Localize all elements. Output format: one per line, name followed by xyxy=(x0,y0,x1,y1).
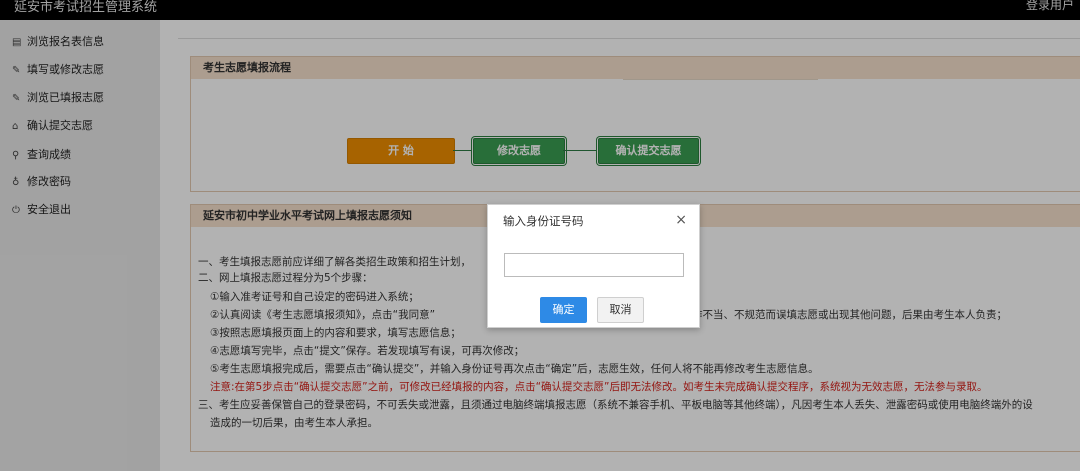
cancel-button[interactable]: 取消 xyxy=(597,297,644,323)
dialog-title: 输入身份证号码 xyxy=(503,214,584,228)
confirm-button[interactable]: 确定 xyxy=(540,297,587,323)
id-number-input[interactable] xyxy=(504,253,684,277)
close-icon[interactable]: × xyxy=(675,213,687,227)
id-number-dialog: 输入身份证号码 × 确定 取消 xyxy=(487,204,700,328)
